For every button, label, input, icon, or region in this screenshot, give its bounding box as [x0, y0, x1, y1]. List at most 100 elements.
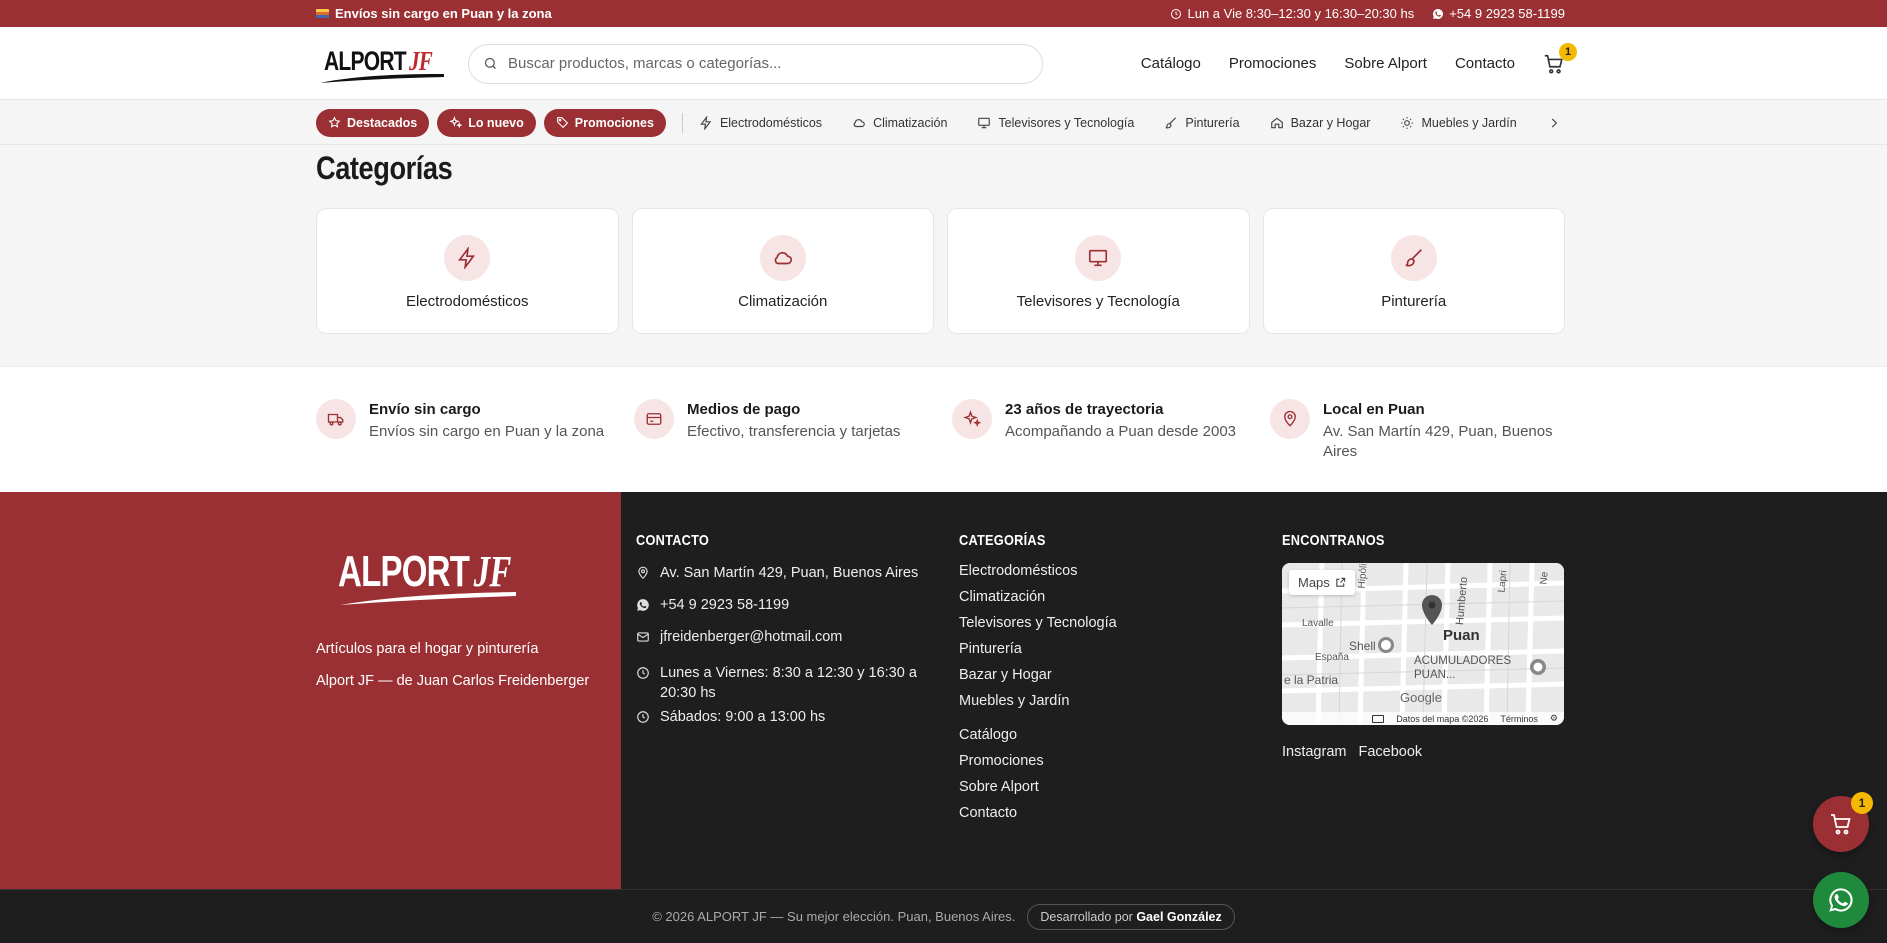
- category-card-climatizacion[interactable]: Climatización: [631, 208, 934, 334]
- sun-icon: [1401, 116, 1414, 129]
- external-link-icon: [1336, 577, 1345, 587]
- bottom-bar: © 2026 ALPORT JF — Su mejor elección. Pu…: [0, 889, 1887, 943]
- developer-credit[interactable]: Desarrollado por Gael González: [1027, 903, 1235, 930]
- bolt-icon: [458, 247, 476, 269]
- footer-link-electrodomesticos[interactable]: Electrodomésticos: [959, 563, 1209, 579]
- footer-address-text: Av. San Martín 429, Puan, Buenos Aires: [660, 565, 919, 581]
- footer-email-text: jfreidenberger@hotmail.com: [660, 629, 843, 645]
- footer-link-televisores[interactable]: Televisores y Tecnología: [959, 615, 1209, 631]
- footer-link-sobre-alport[interactable]: Sobre Alport: [959, 779, 1209, 795]
- footer-logo[interactable]: ALPORT JF: [338, 546, 568, 607]
- instagram-link[interactable]: Instagram: [1282, 744, 1346, 760]
- footer-link-promociones[interactable]: Promociones: [959, 753, 1209, 769]
- footer-link-contacto[interactable]: Contacto: [959, 805, 1209, 821]
- category-card-pintureria[interactable]: Pinturería: [1262, 208, 1565, 334]
- footer-tagline: Artículos para el hogar y pinturería: [316, 641, 539, 657]
- clock-icon: [1171, 8, 1182, 19]
- footer-saturday-hours: Sábados: 9:00 a 13:00 hs: [636, 707, 926, 727]
- pill-lo-nuevo[interactable]: Lo nuevo: [437, 108, 536, 137]
- feature-text: Envíos sin cargo en Puan y la zona: [369, 423, 605, 440]
- features-section: Envío sin cargo Envíos sin cargo en Puan …: [0, 366, 1887, 492]
- developer-prefix: Desarrollado por: [1040, 909, 1133, 924]
- catbar-item-pintureria[interactable]: Pinturería: [1164, 116, 1240, 130]
- catbar-item-electrodomesticos[interactable]: Electrodomésticos: [699, 115, 823, 130]
- feature-location: Local en Puan Av. San Martín 429, Puan, B…: [1270, 399, 1565, 462]
- footer-link-catalogo[interactable]: Catálogo: [959, 727, 1209, 743]
- map-google-logo: Google: [1400, 690, 1442, 705]
- brush-icon: [1405, 249, 1422, 267]
- category-card-televisores[interactable]: Televisores y Tecnología: [947, 208, 1250, 334]
- pill-destacados[interactable]: Destacados: [316, 108, 430, 137]
- location-map[interactable]: Maps Puan ACUMULADORES PUAN... Shell Lav…: [1282, 563, 1564, 725]
- category-card-label: Televisores y Tecnología: [1016, 293, 1180, 310]
- nav-promociones[interactable]: Promociones: [1229, 55, 1317, 72]
- floating-cart-badge: 1: [1851, 792, 1873, 814]
- footer-link-bazar[interactable]: Bazar y Hogar: [959, 667, 1209, 683]
- pill-label: Promociones: [574, 115, 654, 130]
- footer-link-climatizacion[interactable]: Climatización: [959, 589, 1209, 605]
- sparkles-icon: [963, 410, 981, 427]
- chevron-right-icon[interactable]: [1547, 116, 1561, 130]
- catbar-item-televisores[interactable]: Televisores y Tecnología: [977, 116, 1134, 130]
- footer-email[interactable]: jfreidenberger@hotmail.com: [636, 627, 926, 647]
- logo-suffix: JF: [409, 45, 433, 76]
- cloud-icon: [853, 118, 865, 127]
- pill-label: Destacados: [347, 115, 418, 130]
- whatsapp-icon: [637, 599, 649, 611]
- footer-phone[interactable]: +54 9 2923 58-1199: [636, 595, 926, 615]
- map-terms-link[interactable]: Términos: [1500, 714, 1538, 724]
- map-attribution: Datos del mapa ©2026: [1396, 713, 1489, 724]
- main-header: ALPORTJF Catálogo Promociones Sobre Alpo…: [0, 27, 1887, 100]
- divider: [681, 112, 683, 133]
- cart-count-badge: 1: [1559, 42, 1577, 61]
- keyboard-icon[interactable]: [1372, 714, 1385, 723]
- phone-link[interactable]: +54 9 2923 58-1199: [1432, 6, 1565, 21]
- footer-link-pintureria[interactable]: Pinturería: [959, 641, 1209, 657]
- footer-find-title: ENCONTRANOS: [1282, 532, 1385, 549]
- facebook-link[interactable]: Facebook: [1358, 744, 1422, 760]
- category-card-label: Electrodomésticos: [405, 293, 529, 310]
- catbar-item-label: Bazar y Hogar: [1290, 115, 1371, 130]
- catbar-item-label: Televisores y Tecnología: [998, 115, 1135, 130]
- cart-button[interactable]: 1: [1543, 42, 1577, 75]
- social-links: Instagram Facebook: [1282, 744, 1564, 760]
- hours-info: Lun a Vie 8:30–12:30 y 16:30–20:30 hs: [1170, 6, 1414, 21]
- logo-text: ALPORT: [324, 45, 407, 76]
- nav-sobre-alport[interactable]: Sobre Alport: [1344, 55, 1427, 72]
- search-bar[interactable]: [468, 43, 1043, 84]
- search-input[interactable]: [508, 55, 988, 72]
- feature-text: Acompañando a Puan desde 2003: [1005, 423, 1237, 440]
- site-logo[interactable]: ALPORT JF: [316, 40, 448, 88]
- copyright-text: © 2026 ALPORT JF — Su mejor elección. Pu…: [652, 909, 1016, 924]
- map-street-lavalle: Lavalle: [1302, 618, 1334, 629]
- catbar-item-bazar[interactable]: Bazar y Hogar: [1270, 115, 1371, 130]
- catbar-item-climatizacion[interactable]: Climatización: [852, 116, 947, 130]
- maps-button[interactable]: Maps: [1289, 570, 1355, 595]
- site-footer: ALPORT JF Artículos para el hogar y pintu…: [0, 492, 1887, 889]
- monitor-icon: [978, 117, 991, 128]
- logo-swoosh: [320, 73, 444, 83]
- pill-promociones[interactable]: Promociones: [543, 108, 666, 137]
- map-street-espana: España: [1315, 652, 1349, 663]
- catbar-item-muebles[interactable]: Muebles y Jardín: [1400, 116, 1517, 130]
- clock-icon: [637, 667, 649, 679]
- footer-link-muebles[interactable]: Muebles y Jardín: [959, 693, 1209, 709]
- nav-contacto[interactable]: Contacto: [1455, 55, 1515, 72]
- footer-contact: CONTACTO Av. San Martín 429, Puan, Bueno…: [636, 532, 926, 739]
- pill-label: Lo nuevo: [468, 115, 524, 130]
- home-icon: [1270, 117, 1283, 128]
- clock-icon: [637, 711, 649, 723]
- category-strip: Destacados Lo nuevo Promociones Electrod…: [0, 100, 1887, 145]
- whatsapp-floating-button[interactable]: [1813, 872, 1869, 928]
- floating-cart-button[interactable]: 1: [1813, 792, 1873, 852]
- nav-catalogo[interactable]: Catálogo: [1141, 55, 1201, 72]
- map-street-patria: e la Patria: [1284, 673, 1339, 687]
- bolt-icon: [700, 115, 712, 130]
- map-settings-icon[interactable]: ⚙: [1550, 713, 1558, 724]
- feature-title: Envío sin cargo: [369, 401, 481, 418]
- truck-icon: [327, 413, 344, 426]
- catbar-item-label: Electrodomésticos: [719, 115, 823, 130]
- category-card-label: Climatización: [738, 293, 828, 310]
- category-card-electrodomesticos[interactable]: Electrodomésticos: [316, 208, 619, 334]
- shipping-text: Envíos sin cargo en Puan y la zona: [335, 6, 552, 21]
